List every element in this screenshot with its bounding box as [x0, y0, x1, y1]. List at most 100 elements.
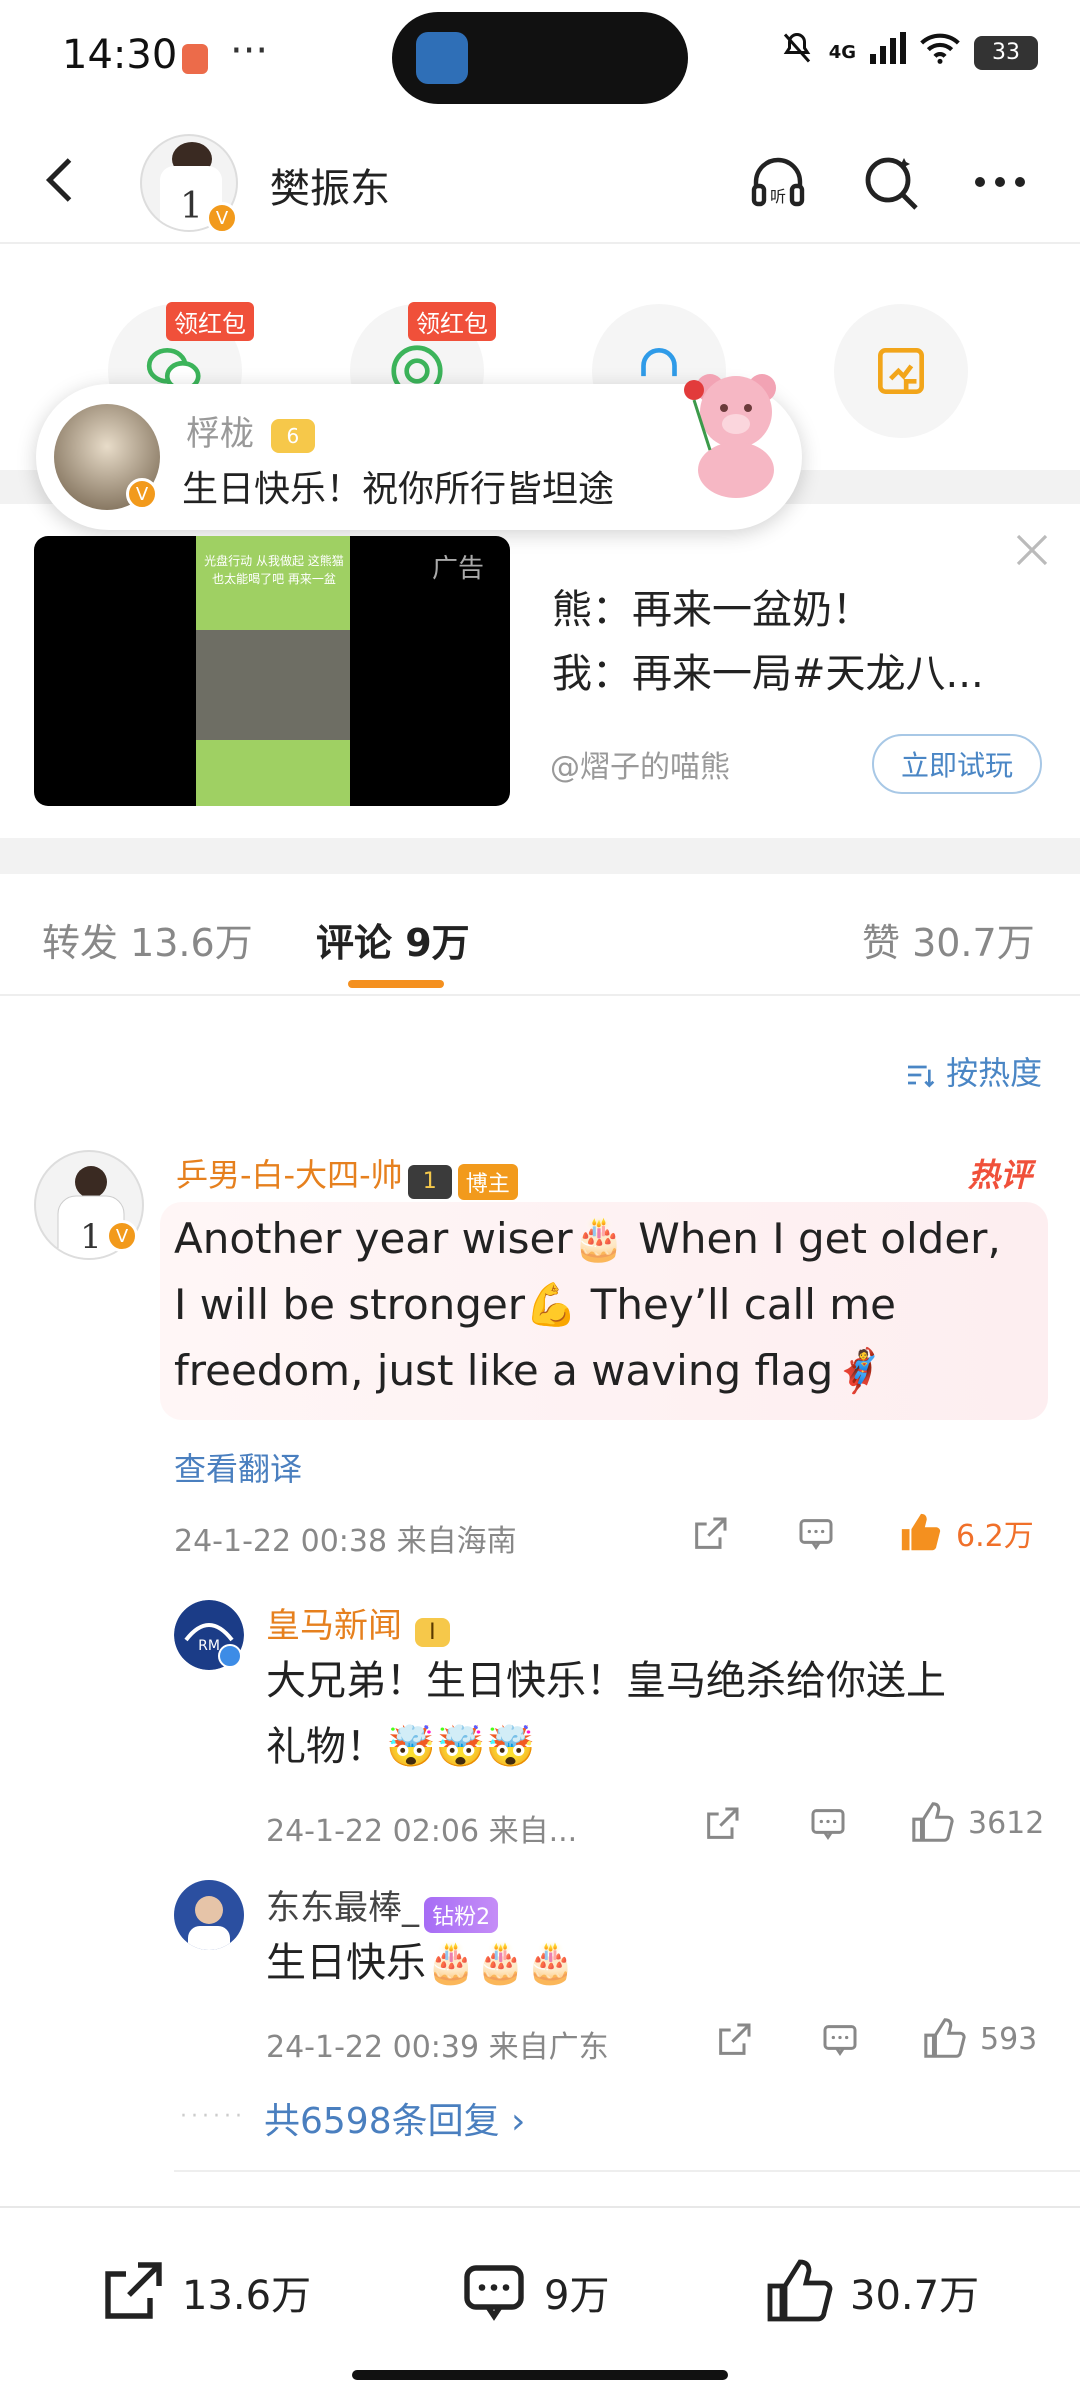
reply-avatar[interactable] [174, 1880, 244, 1950]
thumbs-up-icon [912, 1802, 954, 1842]
comment-text: Another year wiser🎂 When I get older, I … [174, 1206, 1001, 1404]
comment-line: freedom, just like a waving flag🦸 [174, 1346, 886, 1395]
view-all-replies-link[interactable]: 共6598条回复 › [264, 2092, 525, 2144]
comment-icon [464, 2265, 524, 2321]
like-button[interactable]: 593 [922, 2016, 1037, 2062]
mute-icon [779, 30, 815, 75]
sort-label: 按热度 [946, 1054, 1043, 1092]
ad-title-line2: 我：再来一局#天龙八... [552, 651, 984, 697]
reply-text: 生日快乐🎂🎂🎂 [266, 1930, 575, 1996]
more-options-icon[interactable] [968, 150, 1032, 214]
comment-line: Another year wiser🎂 When I get older, [174, 1214, 1001, 1263]
reply-username[interactable]: 皇马新闻 [266, 1606, 402, 1646]
status-time: 14:30 [62, 32, 178, 78]
ad-try-now-button[interactable]: 立即试玩 [872, 734, 1042, 794]
diamond-fan-tag: 钻粉2 [424, 1896, 499, 1933]
like-count: 30.7万 [850, 2273, 980, 2319]
dynamic-island [392, 12, 688, 104]
header-username[interactable]: 樊振东 [270, 156, 390, 214]
tab-likes[interactable]: 赞 30.7万 [862, 912, 1035, 967]
active-tab-indicator [348, 980, 444, 988]
like-button[interactable]: 3612 [910, 1800, 1044, 1846]
thumbs-up-icon [924, 2018, 966, 2058]
reply-line: 礼物！🤯🤯🤯 [266, 1724, 536, 1770]
thumbs-up-icon [767, 2259, 833, 2322]
comment-line: I will be stronger💪 They’ll call me [174, 1280, 896, 1329]
verified-badge-icon [218, 1644, 242, 1668]
sort-icon [908, 1065, 935, 1088]
reply-meta: 24-1-22 00:39 来自广东 [266, 2030, 609, 2065]
ad-title-line1: 熊：再来一盆奶！ [552, 587, 872, 633]
ad-close-icon[interactable] [1012, 530, 1052, 570]
ad-source[interactable]: @熠子的喵熊 [550, 742, 730, 786]
avatar-jersey-number: 1 [180, 186, 203, 227]
ad-title[interactable]: 熊：再来一盆奶！ 我：再来一局#天龙八... [552, 578, 1032, 706]
save-image-icon [878, 348, 924, 394]
comment-username[interactable]: 乒男-白-大四-帅 [176, 1156, 403, 1194]
wifi-icon [920, 32, 960, 73]
comment-author-row: 乒男-白-大四-帅 1 博主 [176, 1150, 518, 1200]
reply-line: 大兄弟！生日快乐！皇马绝杀给你送上 [266, 1658, 946, 1704]
ad-image-caption: 光盘行动 从我做起 这熊猫也太能喝了吧 再来一盆 [204, 554, 344, 586]
comment-icon[interactable] [808, 1804, 848, 1844]
level-badge-icon: I [415, 1618, 450, 1647]
comment-divider [174, 2170, 1080, 2172]
status-more-icon: ··· [230, 28, 269, 74]
like-count: 3612 [968, 1805, 1045, 1841]
verified-badge-icon: V [106, 1220, 138, 1252]
comment-icon[interactable] [820, 2020, 860, 2060]
interaction-tabs: 转发 13.6万 评论 9万 赞 30.7万 [0, 874, 1080, 996]
comment-icon[interactable] [796, 1514, 836, 1554]
like-count: 6.2万 [956, 1519, 1034, 1554]
battery-icon: 33 [974, 35, 1038, 70]
home-indicator[interactable] [352, 2370, 728, 2380]
ad-label: 广告 [432, 554, 485, 584]
bubble-username: 桴栊 6 [186, 406, 315, 455]
repost-icon[interactable] [714, 2020, 754, 2060]
tab-comments[interactable]: 评论 9万 [316, 912, 470, 967]
verified-badge-icon: V [206, 202, 238, 234]
save-image-button[interactable] [834, 304, 968, 438]
repost-icon[interactable] [690, 1514, 730, 1554]
bubble-username-text: 桴栊 [186, 414, 254, 454]
hot-comment-badge: 热评 [968, 1156, 1033, 1194]
repost-count: 13.6万 [182, 2273, 312, 2319]
repost-icon[interactable] [702, 1804, 742, 1844]
svg-text:RM: RM [198, 1638, 220, 1654]
verified-badge-icon: V [126, 478, 158, 510]
bottom-comment-button[interactable]: 9万 [458, 2256, 609, 2328]
red-packet-tag: 领红包 [166, 302, 254, 341]
pink-bear-sticker-icon [680, 360, 790, 500]
reply-meta: 24-1-22 02:06 来自... [266, 1814, 578, 1849]
reply-text: 大兄弟！生日快乐！皇马绝杀给你送上 礼物！🤯🤯🤯 [266, 1648, 946, 1780]
search-icon[interactable] [860, 150, 924, 214]
sort-by-hot-button[interactable]: 按热度 [904, 1048, 1042, 1094]
network-label: 4G [828, 42, 856, 63]
thumbs-up-filled-icon [901, 1513, 941, 1551]
fan-level-crown-icon: 6 [270, 418, 315, 453]
reply-line: 生日快乐🎂🎂🎂 [266, 1940, 576, 1986]
listen-headphones-icon[interactable]: 听 [746, 150, 810, 214]
reply-username[interactable]: 东东最棒_ [266, 1888, 419, 1928]
host-tag: 博主 [457, 1163, 518, 1200]
crown-level-icon: 1 [407, 1164, 452, 1199]
notification-icon [182, 44, 208, 74]
like-count: 593 [980, 2021, 1038, 2057]
comment-meta: 24-1-22 00:38 来自海南 [174, 1524, 517, 1559]
repost-icon [105, 2262, 162, 2319]
bottom-like-button[interactable]: 30.7万 [764, 2256, 979, 2328]
bottom-repost-button[interactable]: 13.6万 [96, 2256, 311, 2328]
section-divider [0, 838, 1080, 874]
svg-text:1: 1 [80, 1217, 102, 1257]
svg-text:听: 听 [770, 187, 786, 206]
back-button[interactable] [32, 150, 92, 210]
tab-repost[interactable]: 转发 13.6万 [42, 912, 253, 967]
status-bar: 14:30 ··· 4G 33 [0, 0, 1080, 120]
reply-thread-dots: ······ [180, 2104, 246, 2129]
like-button[interactable]: 6.2万 [898, 1510, 1034, 1556]
bubble-message: 生日快乐！祝你所行皆坦途 [182, 469, 615, 510]
ad-image-scene [196, 630, 350, 740]
island-thumbnail [416, 32, 468, 84]
view-translation-link[interactable]: 查看翻译 [174, 1444, 302, 1490]
red-packet-tag: 领红包 [408, 302, 496, 341]
